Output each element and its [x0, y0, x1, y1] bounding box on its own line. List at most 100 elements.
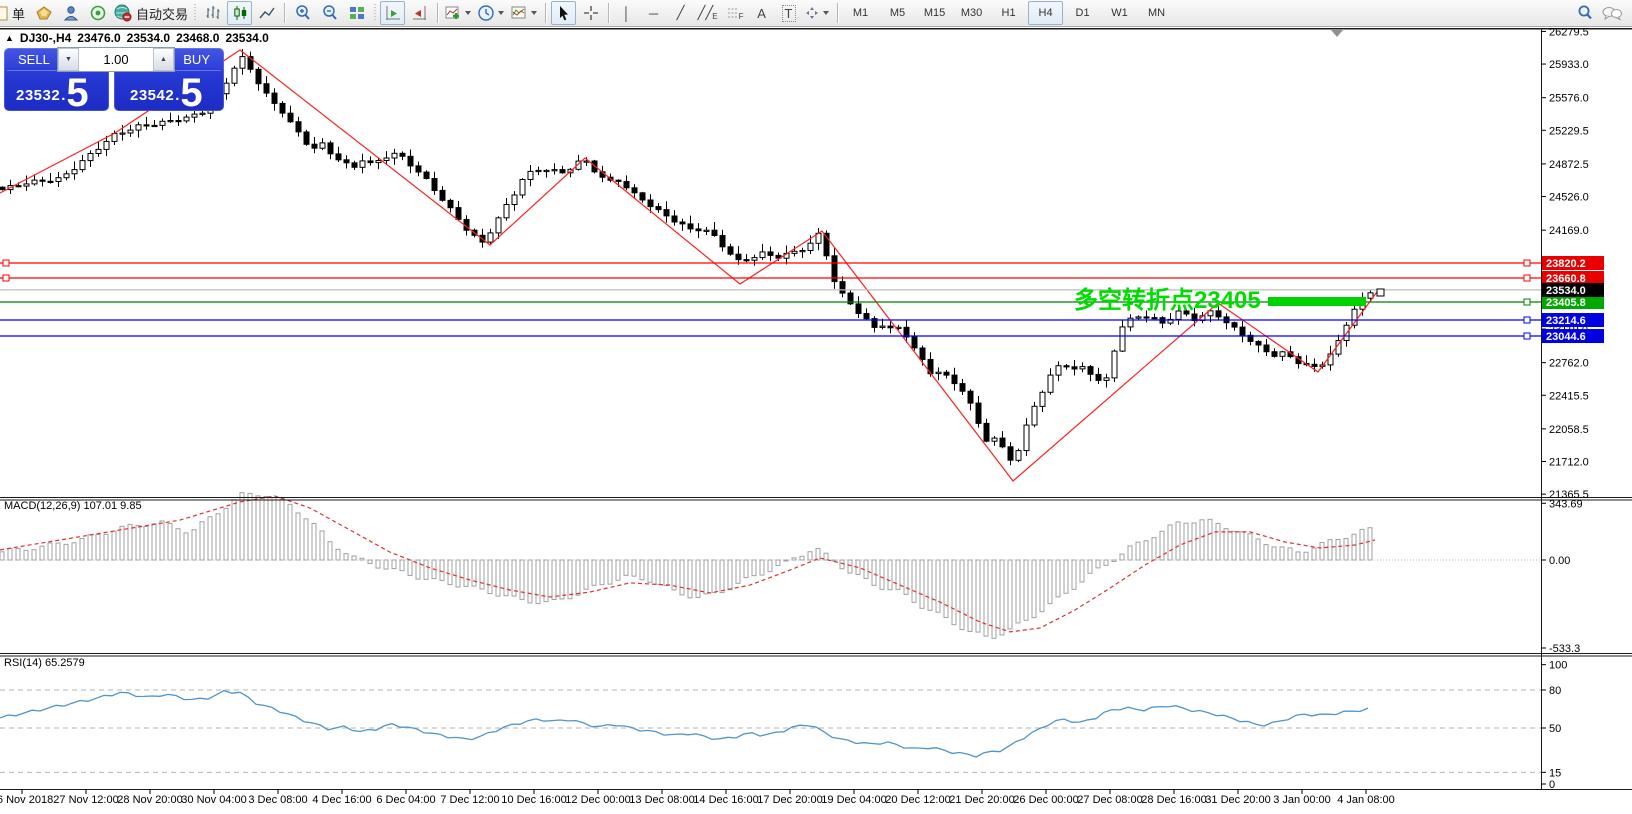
- volume-spinner: ▼ 1.00 ▲: [57, 47, 175, 72]
- svg-text:28 Dec 16:00: 28 Dec 16:00: [1141, 794, 1206, 806]
- chart-symbol-line: ▲ DJ30-,H4 23476.0 23534.0 23468.0 23534…: [5, 31, 269, 45]
- annotation-turning-point[interactable]: 多空转折点23405: [1074, 280, 1261, 315]
- horizontal-line-tool[interactable]: ─: [641, 1, 666, 25]
- svg-text:15: 15: [1549, 767, 1561, 779]
- indicators-icon: [444, 4, 462, 22]
- timeframe-M30[interactable]: M30: [954, 1, 989, 25]
- chart-shift-button[interactable]: [407, 1, 432, 25]
- svg-text:27 Nov 12:00: 27 Nov 12:00: [53, 794, 118, 806]
- ohlc-high: 23534.0: [127, 31, 170, 45]
- chart-canvas[interactable]: 26279.525933.025576.025229.524872.524526…: [0, 0, 1632, 814]
- symbol-period-label: DJ30-,H4: [20, 31, 71, 45]
- timeframe-H1[interactable]: H1: [991, 1, 1026, 25]
- svg-text:22415.5: 22415.5: [1549, 390, 1589, 402]
- indicators-button[interactable]: [443, 1, 474, 25]
- ohlc-open: 23476.0: [77, 31, 120, 45]
- svg-text:14 Dec 16:00: 14 Dec 16:00: [693, 794, 758, 806]
- svg-text:23214.6: 23214.6: [1546, 315, 1586, 327]
- svg-text:28 Nov 20:00: 28 Nov 20:00: [117, 794, 182, 806]
- zoom-out-icon: [321, 4, 339, 22]
- toolbar-separator: [545, 3, 546, 23]
- last-point-marker: [1377, 289, 1384, 296]
- svg-text:21 Dec 20:00: 21 Dec 20:00: [949, 794, 1014, 806]
- timeframe-D1[interactable]: D1: [1065, 1, 1100, 25]
- svg-text:27 Dec 08:00: 27 Dec 08:00: [1077, 794, 1142, 806]
- periods-button[interactable]: [476, 1, 507, 25]
- svg-text:31 Dec 20:00: 31 Dec 20:00: [1205, 794, 1270, 806]
- svg-text:20 Dec 12:00: 20 Dec 12:00: [885, 794, 950, 806]
- line-chart-mode-button[interactable]: [254, 1, 279, 25]
- svg-text:10 Dec 16:00: 10 Dec 16:00: [501, 794, 566, 806]
- text-label-tool[interactable]: T: [776, 1, 801, 25]
- crosshair-icon: [582, 4, 600, 22]
- volume-input[interactable]: 1.00: [79, 48, 153, 71]
- svg-text:7 Dec 12:00: 7 Dec 12:00: [440, 794, 499, 806]
- auto-scroll-icon: [384, 4, 402, 22]
- svg-text:23534.0: 23534.0: [1546, 285, 1586, 297]
- crosshair-tool-button[interactable]: [578, 1, 603, 25]
- mt4-terminal: 单 自动交易: [0, 0, 1632, 814]
- templates-button[interactable]: [509, 1, 540, 25]
- cursor-icon: [556, 5, 572, 22]
- buy-price: 23542.5: [130, 77, 203, 110]
- bar-chart-mode-button[interactable]: [200, 1, 225, 25]
- clock-icon: [477, 4, 495, 22]
- cursor-tool-button[interactable]: [551, 1, 576, 25]
- fibonacci-tool[interactable]: F: [722, 1, 747, 25]
- periods-dropdown-arrow[interactable]: [498, 11, 504, 15]
- vertical-line-tool[interactable]: │: [614, 1, 639, 25]
- auto-scroll-button[interactable]: [380, 1, 405, 25]
- candlestick-icon: [231, 4, 249, 22]
- toolbar: 单 自动交易: [0, 0, 1632, 27]
- zoom-out-button[interactable]: [317, 1, 342, 25]
- svg-text:17 Dec 20:00: 17 Dec 20:00: [757, 794, 822, 806]
- search-button[interactable]: [1572, 1, 1597, 25]
- svg-text:25576.0: 25576.0: [1549, 93, 1589, 105]
- timeframe-M1[interactable]: M1: [843, 1, 878, 25]
- svg-text:24169.0: 24169.0: [1549, 225, 1589, 237]
- arrows-tool[interactable]: [803, 1, 832, 25]
- collapse-panel-icon[interactable]: ▲: [5, 33, 14, 43]
- ohlc-close: 23534.0: [225, 31, 268, 45]
- svg-text:25229.5: 25229.5: [1549, 125, 1589, 137]
- templates-dropdown-arrow[interactable]: [531, 11, 537, 15]
- arrows-dropdown-arrow[interactable]: [823, 11, 829, 15]
- chat-button[interactable]: [1599, 1, 1624, 25]
- community-button[interactable]: [85, 1, 110, 25]
- autotrading-globe-icon: [113, 4, 133, 22]
- metaeditor-button[interactable]: [58, 1, 83, 25]
- equidistant-channel-tool[interactable]: ╱╱E: [695, 1, 720, 25]
- timeframe-MN[interactable]: MN: [1139, 1, 1174, 25]
- zoom-in-button[interactable]: [290, 1, 315, 25]
- search-icon: [1576, 4, 1594, 22]
- svg-text:343.69: 343.69: [1549, 498, 1583, 510]
- toolbar-separator: [837, 3, 838, 23]
- svg-text:22762.0: 22762.0: [1549, 358, 1589, 370]
- svg-text:23044.6: 23044.6: [1546, 331, 1586, 343]
- svg-text:26 Nov 2018: 26 Nov 2018: [0, 794, 53, 806]
- indicators-dropdown-arrow[interactable]: [465, 11, 471, 15]
- arrows-icon: [804, 5, 820, 21]
- svg-text:0.00: 0.00: [1549, 555, 1570, 567]
- green-highlight-bar[interactable]: [1268, 297, 1366, 306]
- timeframe-M15[interactable]: M15: [917, 1, 952, 25]
- gold-seal-button[interactable]: [31, 1, 56, 25]
- tile-windows-button[interactable]: [344, 1, 369, 25]
- volume-increase-button[interactable]: ▲: [153, 48, 174, 71]
- timeframe-H4[interactable]: H4: [1028, 1, 1063, 25]
- trendline-tool[interactable]: ╱: [668, 1, 693, 25]
- candlestick-mode-button[interactable]: [227, 1, 252, 25]
- svg-text:50: 50: [1549, 723, 1561, 735]
- timeframe-M5[interactable]: M5: [880, 1, 915, 25]
- timeframe-W1[interactable]: W1: [1102, 1, 1137, 25]
- svg-text:4 Jan 08:00: 4 Jan 08:00: [1337, 794, 1395, 806]
- new-order-button[interactable]: 单: [0, 1, 29, 25]
- svg-text:24526.0: 24526.0: [1549, 192, 1589, 204]
- svg-text:12 Dec 00:00: 12 Dec 00:00: [565, 794, 630, 806]
- text-tool[interactable]: A: [749, 1, 774, 25]
- volume-decrease-button[interactable]: ▼: [58, 48, 79, 71]
- bar-chart-icon: [204, 4, 222, 22]
- templates-icon: [510, 4, 528, 22]
- autotrading-button[interactable]: 自动交易: [112, 1, 189, 25]
- svg-text:3 Jan 00:00: 3 Jan 00:00: [1273, 794, 1331, 806]
